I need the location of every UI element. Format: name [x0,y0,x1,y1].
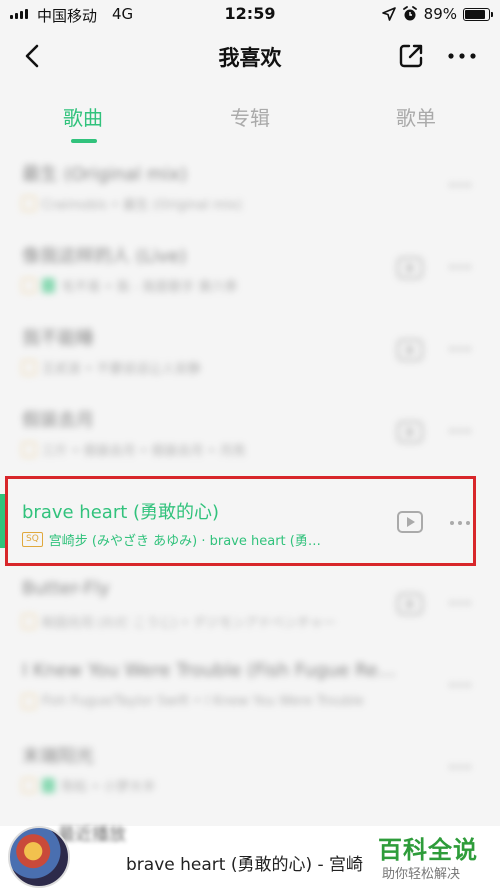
quality-tag-icon [22,442,36,457]
quality-tag-icon [22,360,36,375]
song-more-icon[interactable] [448,344,472,354]
tab-indicator [71,139,97,143]
song-subtitle: Craimobis • 最生 (Original mix) [41,198,243,213]
song-row[interactable]: 最生 (Original mix) Craimobis • 最生 (Origin… [0,146,500,228]
battery-percent: 89% [423,5,457,23]
vip-tag-icon [41,778,56,793]
song-row[interactable]: 像我这样的人 (Live) 毛不易 • 我 - 我是歌手 第六季 [0,228,500,310]
video-play-icon[interactable] [396,418,424,446]
song-title: I Knew You Were Trouble (Fish Fugue Re… [22,660,396,681]
quality-tag-icon [22,614,36,629]
song-more-icon[interactable] [448,180,472,190]
song-title: 最生 (Original mix) [22,164,188,185]
watermark-subtitle: 助你轻松解决 [382,867,461,882]
highlight-annotation [5,476,476,566]
song-row[interactable]: 我不能睡 王贰浪 • 不要说话让人安静 [0,310,500,392]
mini-player[interactable]: 最近播放 brave heart (勇敢的心) - 宫崎 百科全说 助你轻松解决 [0,825,500,889]
share-icon[interactable] [398,43,424,69]
location-icon [381,7,396,21]
song-title: 假装去月 [22,410,94,431]
tab-bar: 歌曲 专辑 歌单 [0,90,500,146]
tab-songs[interactable]: 歌曲 [0,102,166,131]
song-more-icon[interactable] [448,762,472,772]
quality-tag-icon [22,778,36,793]
vip-tag-icon [41,278,56,293]
page-title: 我喜欢 [218,46,282,70]
song-more-icon[interactable] [448,426,472,436]
quality-tag-icon [22,694,36,709]
nav-bar: 我喜欢 [0,30,500,82]
tab-albums[interactable]: 专辑 [167,102,333,131]
song-subtitle: 毛不易 • 我 - 我是歌手 第六季 [61,280,238,295]
song-title: 像我这样的人 (Live) [22,246,187,267]
tab-playlists[interactable]: 歌单 [333,102,499,131]
song-subtitle: 王贰浪 • 不要说话让人安静 [41,362,201,377]
song-title: Butter-Fly [22,578,110,599]
video-play-icon[interactable] [396,590,424,618]
song-subtitle: Fish Fugue/Taylor Swift • I Knew You Wer… [41,694,364,709]
quality-tag-icon [22,196,36,211]
video-play-icon[interactable] [396,336,424,364]
song-subtitle: 陈粒 • 小梦大半 [61,780,156,795]
song-row[interactable]: 末端阳光 陈粒 • 小梦大半 [0,728,500,810]
song-title: 我不能睡 [22,328,94,349]
status-bar: 中国移动 4G 12:59 89% [0,0,500,30]
song-more-icon[interactable] [448,680,472,690]
more-icon[interactable] [446,44,478,68]
alarm-icon [402,6,417,21]
recent-play-header: 最近播放 [58,825,126,845]
song-row[interactable]: 假装去月 三斤 • 假装去月 • 假装去月 • 月亮 [0,392,500,474]
song-subtitle: 和田光司 (わだ こうじ) • デジモンアドベンチャー [41,616,336,631]
song-row[interactable]: I Knew You Were Trouble (Fish Fugue Re… … [0,646,500,728]
video-play-icon[interactable] [396,254,424,282]
song-row[interactable]: Butter-Fly 和田光司 (わだ こうじ) • デジモンアドベンチャー [0,564,500,646]
watermark-title: 百科全说 [378,836,478,864]
song-more-icon[interactable] [448,598,472,608]
quality-tag-icon [22,278,36,293]
watermark-logo: 百科全说 助你轻松解决 [372,830,500,888]
song-title: 末端阳光 [22,746,94,767]
song-subtitle: 三斤 • 假装去月 • 假装去月 • 月亮 [41,444,246,459]
battery-icon [463,7,493,21]
song-more-icon[interactable] [448,262,472,272]
now-playing-title: brave heart (勇敢的心) - 宫崎 [126,855,364,875]
album-cover[interactable] [8,826,70,888]
